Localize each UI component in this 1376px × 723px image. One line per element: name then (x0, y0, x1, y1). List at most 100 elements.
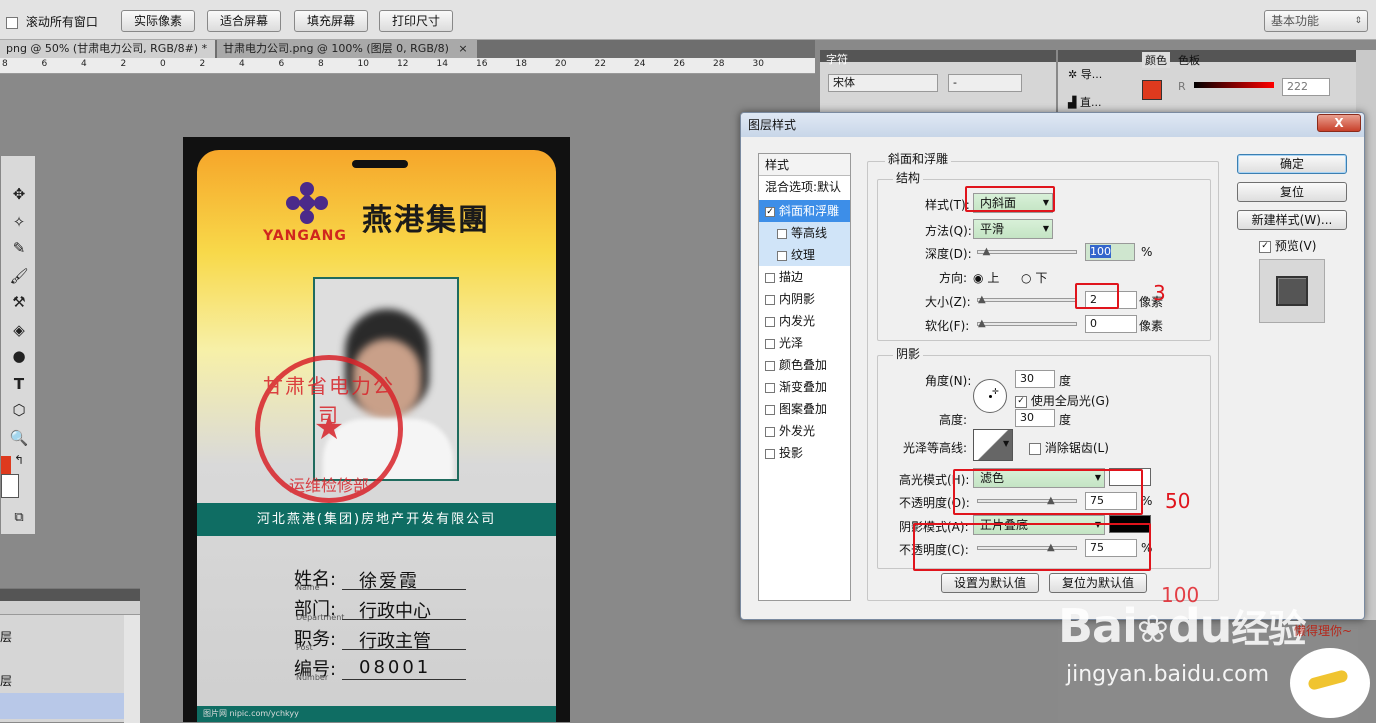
layer-row-selected[interactable] (0, 693, 124, 719)
field-number: 编号: Number 08001 (294, 655, 544, 685)
scroll-all-windows-toggle[interactable]: 滚动所有窗口 (6, 13, 98, 30)
compass-icon: ✲ (1068, 68, 1078, 81)
tab-swatches[interactable]: 色板 (1178, 52, 1200, 68)
radio-selected-icon[interactable]: ◉ (973, 271, 983, 285)
tab-label: 甘肃电力公司.png @ 100% (图层 0, RGB/8) (223, 42, 449, 55)
layer-row[interactable]: 层 (0, 625, 124, 649)
checkbox-icon[interactable] (1029, 442, 1041, 455)
style-item-stroke[interactable]: 描边 (759, 266, 850, 288)
tab-document-2[interactable]: 甘肃电力公司.png @ 100% (图层 0, RGB/8) × (217, 40, 477, 58)
depth-slider[interactable]: ▲ (977, 246, 1077, 257)
chevron-down-icon[interactable]: ▼ (1003, 439, 1009, 448)
depth-slider-thumb[interactable]: ▲ (983, 246, 991, 257)
style-item-inner-shadow[interactable]: 内阴影 (759, 288, 850, 310)
global-light-toggle[interactable]: ✓ 使用全局光(G) (1015, 392, 1110, 409)
eyedropper-tool-icon[interactable]: ✎ (7, 238, 31, 258)
soften-input[interactable]: 0 (1085, 315, 1137, 333)
fill-screen-button[interactable]: 填充屏幕 (294, 10, 368, 32)
checkbox-icon[interactable] (765, 360, 775, 371)
style-item-drop-shadow[interactable]: 投影 (759, 442, 850, 464)
close-icon[interactable]: × (458, 42, 467, 55)
tab-character[interactable]: 字符 (826, 51, 848, 67)
soften-unit: 像素 (1139, 319, 1164, 333)
angle-input[interactable]: 30 (1015, 370, 1055, 388)
ok-button[interactable]: 确定 (1237, 154, 1347, 174)
red-value-input[interactable]: 222 (1282, 78, 1330, 96)
tab-document-1[interactable]: png @ 50% (甘肃电力公司, RGB/8#) * × (0, 40, 215, 58)
checkbox-icon[interactable] (777, 228, 787, 239)
radio-empty-icon[interactable]: ○ (1021, 271, 1031, 285)
checkbox-icon[interactable] (765, 272, 775, 283)
red-slider[interactable] (1194, 82, 1274, 88)
checkbox-icon[interactable] (765, 316, 775, 327)
checkbox-icon[interactable] (765, 404, 775, 415)
tab-color[interactable]: 颜色 (1142, 52, 1170, 68)
screen-mode-icon[interactable]: ⧉ (7, 508, 31, 528)
make-default-button[interactable]: 设置为默认值 (941, 573, 1039, 593)
preview-toggle[interactable]: ✓ 预览(V) (1259, 237, 1316, 254)
checkbox-icon[interactable]: ✓ (1015, 395, 1027, 408)
checkbox-icon[interactable] (765, 426, 775, 437)
reset-default-button[interactable]: 复位为默认值 (1049, 573, 1147, 593)
layers-scrollbar[interactable] (124, 615, 140, 723)
navigator-item[interactable]: ✲ 导... (1068, 66, 1102, 82)
histogram-item[interactable]: ▟ 直... (1068, 94, 1101, 110)
style-item-satin[interactable]: 光泽 (759, 332, 850, 354)
actual-pixels-button[interactable]: 实际像素 (121, 10, 195, 32)
style-item-blending[interactable]: 混合选项:默认 (759, 176, 850, 198)
magic-wand-tool-icon[interactable]: ✧ (7, 212, 31, 232)
workspace-select[interactable]: 基本功能 ⇕ (1264, 10, 1368, 32)
scroll-all-checkbox[interactable] (6, 16, 18, 29)
style-item-pattern-overlay[interactable]: 图案叠加 (759, 398, 850, 420)
fit-screen-button[interactable]: 适合屏幕 (207, 10, 281, 32)
antialias-toggle[interactable]: 消除锯齿(L) (1029, 439, 1109, 456)
close-icon[interactable]: X (1317, 114, 1361, 132)
brush-tool-icon[interactable]: 🖌 (7, 266, 31, 286)
checkbox-icon[interactable] (765, 338, 775, 349)
style-item-contour[interactable]: 等高线 (759, 222, 850, 244)
background-color-swatch[interactable] (1, 474, 19, 498)
size-slider-thumb[interactable]: ▲ (978, 294, 986, 305)
checkbox-icon[interactable] (765, 448, 775, 459)
move-tool-icon[interactable]: ✥ (7, 184, 31, 204)
ruler-tick-label: 16 (476, 59, 488, 69)
paint-bucket-tool-icon[interactable]: ◈ (7, 320, 31, 340)
style-item-color-overlay[interactable]: 颜色叠加 (759, 354, 850, 376)
depth-input[interactable]: 100 (1085, 243, 1135, 261)
ruler-tick-label: 24 (634, 59, 646, 69)
font-style-select[interactable]: - (948, 74, 1022, 92)
checkbox-icon[interactable] (765, 294, 775, 305)
technique-select[interactable]: 平滑 ▼ (973, 219, 1053, 239)
foreground-color-swatch[interactable] (1142, 80, 1162, 100)
style-item-outer-glow[interactable]: 外发光 (759, 420, 850, 442)
foreground-color-swatch[interactable] (1, 456, 11, 476)
style-item-bevel[interactable]: ✓ 斜面和浮雕 (759, 200, 850, 222)
size-slider[interactable]: ▲ (977, 294, 1077, 305)
style-list-header: 样式 (759, 154, 850, 176)
new-style-button[interactable]: 新建样式(W)... (1237, 210, 1347, 230)
print-size-button[interactable]: 打印尺寸 (379, 10, 453, 32)
checkbox-icon[interactable]: ✓ (1259, 240, 1271, 253)
zoom-tool-icon[interactable]: 🔍 (7, 428, 31, 448)
ruler-tick-label: 6 (278, 59, 285, 69)
font-family-select[interactable]: 宋体 (828, 74, 938, 92)
shape-tool-icon[interactable]: ⬡ (7, 400, 31, 420)
altitude-input[interactable]: 30 (1015, 409, 1055, 427)
stamp-tool-icon[interactable]: ⚒ (7, 292, 31, 312)
tab-label: png @ 50% (甘肃电力公司, RGB/8#) * (6, 42, 208, 55)
layer-row[interactable]: 层 (0, 669, 124, 693)
style-item-gradient-overlay[interactable]: 渐变叠加 (759, 376, 850, 398)
checkbox-icon[interactable] (765, 382, 775, 393)
dodge-tool-icon[interactable]: ● (7, 346, 31, 366)
soften-slider[interactable]: ▲ (977, 318, 1077, 329)
direction-up-radio[interactable]: ◉ 上 (973, 269, 999, 286)
reset-button[interactable]: 复位 (1237, 182, 1347, 202)
style-item-inner-glow[interactable]: 内发光 (759, 310, 850, 332)
direction-down-radio[interactable]: ○ 下 (1021, 269, 1047, 286)
checkbox-icon[interactable]: ✓ (765, 206, 775, 217)
type-tool-icon[interactable]: T (7, 374, 31, 394)
style-item-texture[interactable]: 纹理 (759, 244, 850, 266)
soften-slider-thumb[interactable]: ▲ (978, 318, 986, 329)
angle-dial[interactable]: ✛ (973, 379, 1007, 413)
checkbox-icon[interactable] (777, 250, 787, 261)
